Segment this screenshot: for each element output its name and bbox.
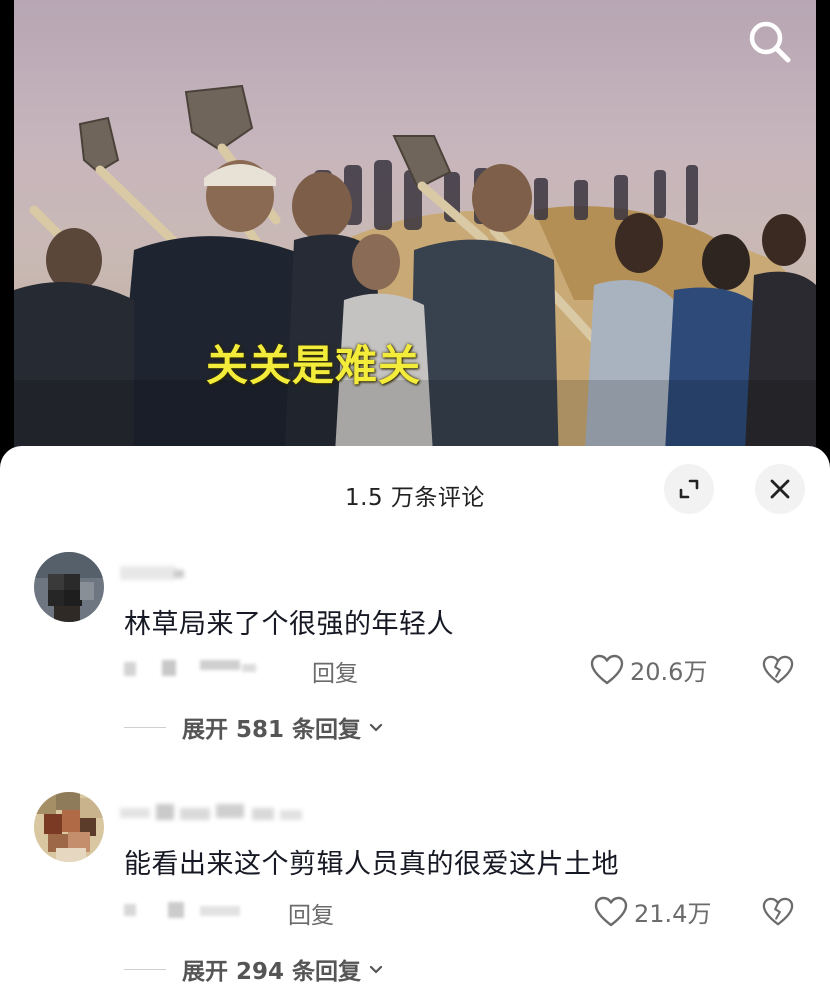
screen: 关关是难关 1.5 万条评论 林草局来了个很强的年轻人 回复 20.6万 展开 … [0, 0, 830, 1001]
like-count: 20.6万 [630, 658, 708, 686]
avatar-image [34, 552, 104, 622]
comment-item: 能看出来这个剪辑人员真的很爱这片土地 回复 21.4万 展开 294 条回复 [0, 790, 830, 1001]
comments-sheet: 1.5 万条评论 林草局来了个很强的年轻人 回复 20.6万 展开 581 条回… [0, 446, 830, 1001]
expand-replies-label: 展开 581 条回复 [182, 717, 362, 743]
video-caption: 关关是难关 [206, 341, 422, 390]
username-redacted [120, 562, 190, 584]
video-scene [14, 84, 816, 470]
avatar[interactable] [34, 792, 104, 862]
expand-divider [124, 968, 166, 970]
broken-heart-icon [762, 897, 794, 926]
video-player[interactable]: 关关是难关 [0, 0, 830, 470]
heart-icon [590, 654, 624, 684]
close-icon [770, 479, 790, 499]
broken-heart-icon [762, 655, 794, 684]
avatar[interactable] [34, 552, 104, 622]
heart-icon [594, 896, 628, 926]
comment-item: 林草局来了个很强的年轻人 回复 20.6万 展开 581 条回复 [0, 550, 830, 790]
search-button[interactable] [744, 16, 796, 68]
chevron-down-icon [369, 723, 383, 732]
comment-text: 林草局来了个很强的年轻人 [124, 609, 454, 640]
close-sheet-button[interactable] [755, 464, 805, 514]
expand-replies-button[interactable]: 展开 581 条回复 [124, 710, 385, 744]
comment-meta-redacted [124, 898, 254, 920]
expand-divider [124, 726, 166, 728]
like-count: 21.4万 [634, 900, 712, 928]
expand-replies-label: 展开 294 条回复 [182, 959, 362, 985]
search-icon [749, 21, 791, 63]
expand-icon [679, 479, 699, 499]
username-redacted [120, 802, 310, 824]
like-button[interactable]: 21.4万 [594, 894, 711, 929]
dislike-button[interactable] [762, 896, 794, 928]
comment-meta-redacted [124, 656, 274, 678]
expand-sheet-button[interactable] [664, 464, 714, 514]
comment-text: 能看出来这个剪辑人员真的很爱这片土地 [124, 849, 619, 880]
reply-button[interactable]: 回复 [312, 654, 358, 688]
avatar-image [34, 792, 104, 862]
reply-button[interactable]: 回复 [288, 896, 334, 930]
video-frame: 关关是难关 [14, 0, 816, 470]
expand-replies-button[interactable]: 展开 294 条回复 [124, 952, 385, 986]
dislike-button[interactable] [762, 654, 794, 686]
like-button[interactable]: 20.6万 [590, 652, 707, 687]
chevron-down-icon [369, 965, 383, 974]
